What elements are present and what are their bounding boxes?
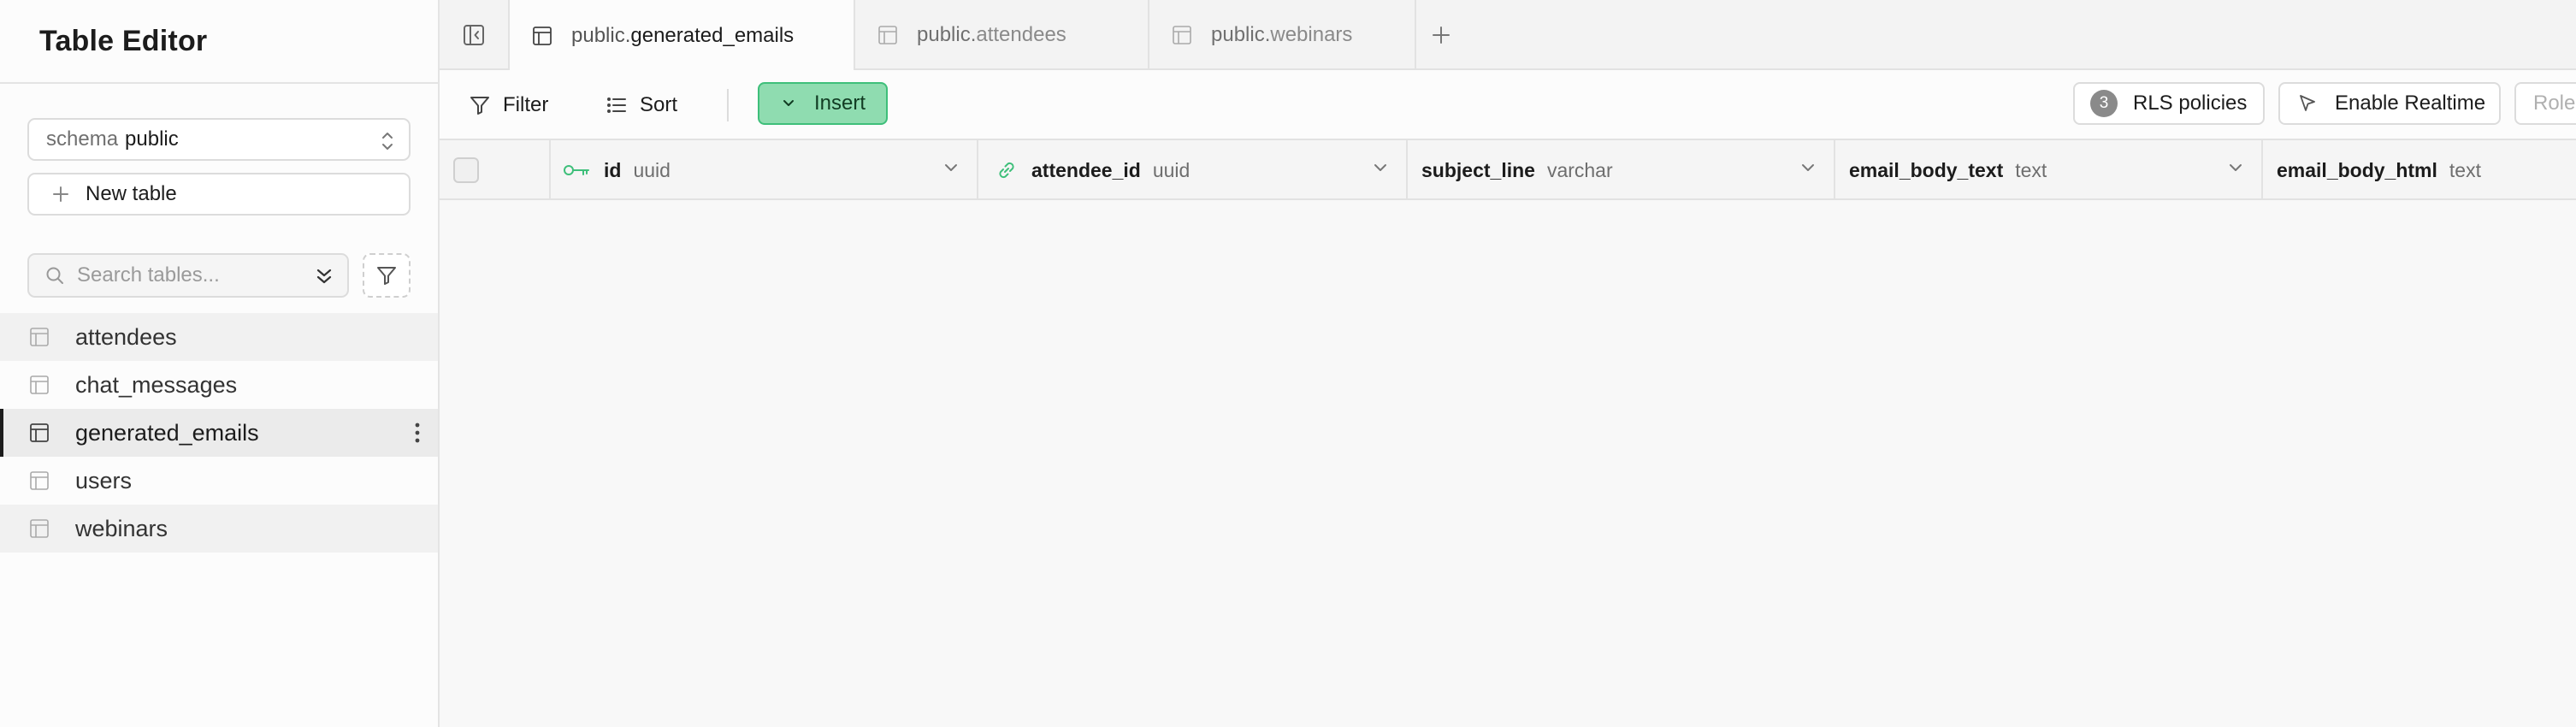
- table-icon: [533, 27, 552, 45]
- list-item[interactable]: webinars: [0, 505, 438, 553]
- select-all-column: [440, 140, 551, 200]
- table-name: users: [75, 467, 133, 494]
- list-item[interactable]: generated_emails: [0, 409, 438, 457]
- table-icon: [30, 471, 49, 490]
- chevron-up-down-icon: [382, 133, 393, 150]
- search-placeholder: Search tables...: [77, 263, 220, 287]
- tab-schema-prefix: public.: [1211, 23, 1271, 46]
- column-type: uuid: [633, 158, 671, 181]
- insert-button[interactable]: Insert: [758, 82, 888, 125]
- column-header-id[interactable]: id uuid: [551, 140, 978, 200]
- chevron-down-icon[interactable]: [1372, 163, 1389, 174]
- sort-list-icon: [607, 98, 626, 113]
- list-item[interactable]: chat_messages: [0, 361, 438, 409]
- column-header-email-body-html[interactable]: email_body_html text: [2263, 140, 2576, 200]
- tab-label: attendees: [976, 23, 1066, 46]
- sidebar: Table Editor schema public New table Sea…: [0, 0, 440, 727]
- tab-generated-emails[interactable]: public. generated_emails: [510, 0, 855, 72]
- tab-schema-prefix: public.: [571, 24, 631, 47]
- tab-label: generated_emails: [630, 24, 795, 47]
- search-tables-input[interactable]: Search tables...: [27, 253, 349, 298]
- column-name: subject_line: [1421, 158, 1535, 181]
- grid-toolbar: Filter Sort Insert 3 RLS policies Enable…: [440, 70, 2576, 140]
- tab-label: webinars: [1270, 23, 1353, 46]
- column-type: uuid: [1152, 158, 1191, 181]
- column-header-attendee-id[interactable]: attendee_id uuid: [978, 140, 1408, 200]
- sidebar-collapse-icon: [464, 25, 484, 45]
- sidebar-toggle-button[interactable]: [440, 0, 510, 70]
- table-icon: [878, 26, 897, 44]
- new-table-label: New table: [86, 182, 177, 205]
- column-name: email_body_text: [1849, 158, 2004, 181]
- column-name: attendee_id: [1031, 158, 1141, 181]
- insert-label: Insert: [814, 92, 866, 115]
- tab-webinars[interactable]: public. webinars: [1149, 0, 1416, 70]
- realtime-label: Enable Realtime: [2335, 92, 2486, 115]
- grid-body-empty: [440, 200, 2576, 727]
- column-type: text: [2015, 158, 2047, 181]
- filter-label: Filter: [503, 93, 549, 116]
- table-icon: [1173, 26, 1191, 44]
- table-icon: [30, 519, 49, 538]
- new-table-button[interactable]: New table: [27, 173, 411, 216]
- schema-label: schema: [46, 127, 119, 151]
- key-icon: [564, 165, 589, 175]
- table-icon: [30, 423, 49, 442]
- tab-attendees[interactable]: public. attendees: [855, 0, 1149, 70]
- filter-icon: [470, 97, 489, 115]
- table-icon: [30, 375, 49, 394]
- add-tab-button[interactable]: [1416, 0, 1466, 70]
- grid-header: id uuid attendee_id uuid subject_line va…: [440, 140, 2576, 200]
- link-icon: [999, 162, 1014, 179]
- role-label: Role: [2533, 92, 2576, 115]
- tab-schema-prefix: public.: [917, 23, 977, 46]
- double-chevron-down-icon[interactable]: [313, 265, 335, 287]
- sort-button[interactable]: Sort: [606, 86, 677, 125]
- chevron-down-icon[interactable]: [2227, 163, 2244, 174]
- list-item[interactable]: attendees: [0, 313, 438, 361]
- search-icon: [46, 267, 63, 284]
- list-item[interactable]: users: [0, 457, 438, 505]
- column-name: email_body_html: [2277, 158, 2437, 181]
- chevron-down-icon[interactable]: [1799, 163, 1817, 174]
- table-name: chat_messages: [75, 371, 238, 398]
- plus-icon: [53, 186, 68, 202]
- rls-label: RLS policies: [2133, 92, 2248, 115]
- rls-count-badge: 3: [2090, 90, 2118, 117]
- cursor-pointer-icon: [2300, 95, 2315, 111]
- plus-icon: [1433, 27, 1450, 44]
- table-name: webinars: [75, 515, 168, 541]
- rls-policies-button[interactable]: 3 RLS policies: [2073, 82, 2265, 125]
- filter-tables-button[interactable]: [363, 253, 411, 298]
- toolbar-divider: [727, 89, 729, 121]
- sort-label: Sort: [640, 93, 678, 116]
- column-name: id: [604, 158, 622, 181]
- more-vertical-icon[interactable]: [414, 421, 421, 445]
- column-type: text: [2449, 158, 2481, 181]
- enable-realtime-button[interactable]: Enable Realtime: [2278, 82, 2501, 125]
- sidebar-header: Table Editor: [0, 0, 438, 84]
- filter-button[interactable]: Filter: [469, 86, 548, 125]
- role-button[interactable]: Role: [2514, 82, 2576, 125]
- chevron-down-icon[interactable]: [942, 163, 960, 174]
- schema-select[interactable]: schema public: [27, 118, 411, 161]
- column-type: varchar: [1546, 158, 1613, 181]
- chevron-down-icon: [783, 100, 794, 106]
- page-title: Table Editor: [39, 24, 208, 57]
- schema-value: public: [125, 127, 179, 151]
- tab-bar: public. generated_emails public. attendees…: [440, 0, 2576, 72]
- select-all-checkbox[interactable]: [453, 157, 479, 183]
- table-name: attendees: [75, 323, 177, 350]
- column-header-subject-line[interactable]: subject_line varchar: [1408, 140, 1835, 200]
- table-icon: [30, 328, 49, 346]
- table-list: attendees chat_messages generated_emails…: [0, 313, 438, 553]
- filter-icon: [377, 267, 396, 285]
- column-header-email-body-text[interactable]: email_body_text text: [1835, 140, 2263, 200]
- table-name: generated_emails: [75, 419, 259, 446]
